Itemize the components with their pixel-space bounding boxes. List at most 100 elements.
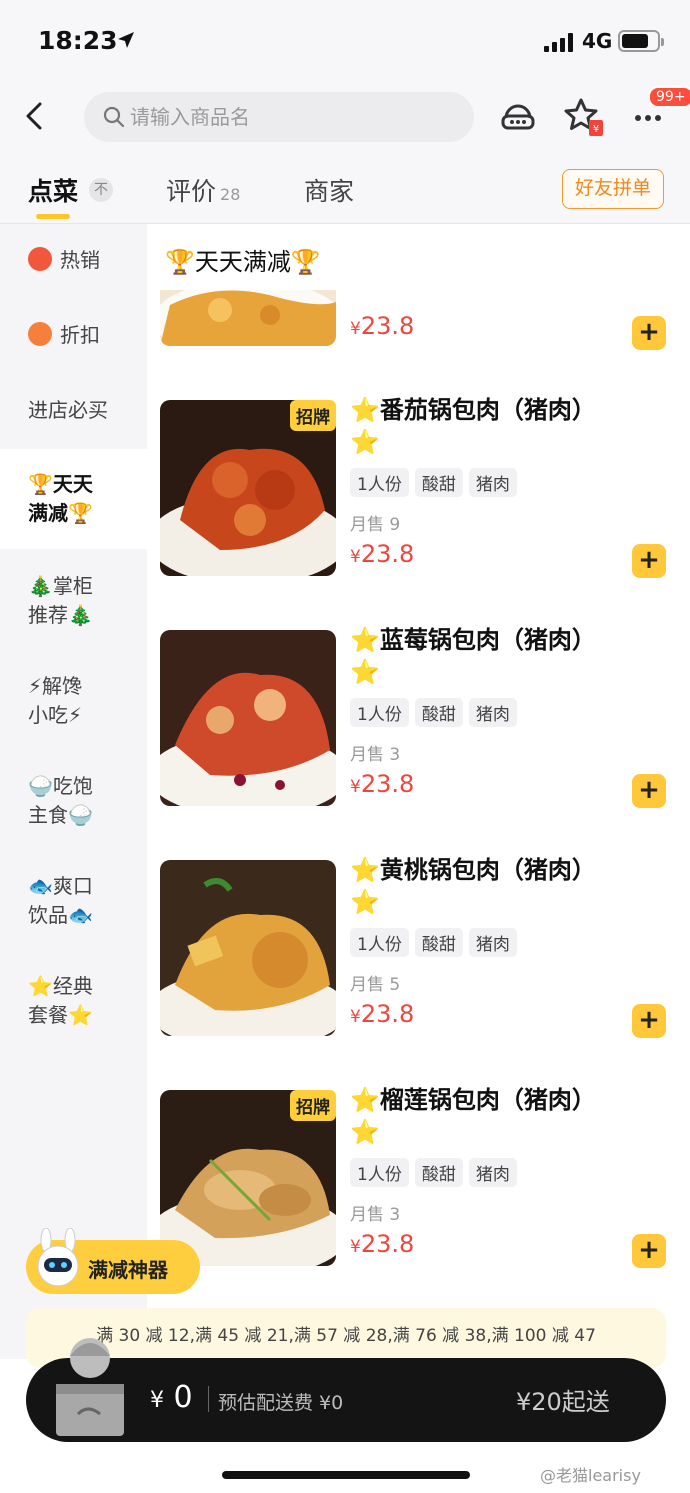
sidebar-item-label: 饮品🐟 [28, 903, 93, 927]
sidebar-item-recommend[interactable]: 🎄掌柜 推荐🎄 [0, 572, 147, 630]
tab-order[interactable]: 点菜 [28, 172, 78, 208]
menu-item[interactable]: ⭐蓝莓锅包肉（猪肉） ⭐ 1人份 酸甜 猪肉 月售 3 ¥23.8 + [160, 626, 670, 810]
home-indicator[interactable] [222, 1471, 470, 1479]
star-icon: ⭐ [350, 658, 380, 686]
group-order-button[interactable]: 好友拼单 [562, 169, 664, 209]
category-sidebar: 热销 折扣 进店必买 🏆天天 满减🏆 🎄掌柜 推荐🎄 ⚡解馋 小吃⚡ 🍚吃饱 主… [0, 224, 147, 1359]
item-tags: 1人份 酸甜 猪肉 [350, 468, 523, 497]
sidebar-item-hot[interactable]: 热销 [0, 246, 147, 275]
item-name: ⭐蓝莓锅包肉（猪肉） ⭐ [350, 626, 596, 686]
menu-item[interactable]: ⭐黄桃锅包肉（猪肉） ⭐ 1人份 酸甜 猪肉 月售 5 ¥23.8 + [160, 856, 670, 1040]
item-name: ⭐番茄锅包肉（猪肉） ⭐ [350, 396, 596, 456]
sidebar-item-label: 热销 [60, 248, 100, 272]
sidebar-item-combos[interactable]: ⭐经典 套餐⭐ [0, 972, 147, 1030]
item-name: ⭐黄桃锅包肉（猪肉） ⭐ [350, 856, 596, 916]
tab-merchant-label: 商家 [304, 177, 355, 206]
sidebar-item-label: 满减🏆 [28, 501, 93, 525]
star-icon: ⭐ [350, 856, 380, 884]
star-icon: ⭐ [350, 1118, 380, 1146]
discount-icon [28, 322, 52, 346]
add-to-cart-button[interactable]: + [632, 544, 666, 578]
sidebar-item-label: 主食🍚 [28, 803, 93, 827]
sidebar-item-label: 进店必买 [28, 398, 108, 422]
item-tag: 1人份 [350, 928, 409, 957]
customer-service-icon[interactable] [498, 96, 538, 136]
cart-divider [208, 1386, 209, 1412]
item-price: ¥23.8 [350, 312, 415, 340]
monthly-sales: 月售 9 [350, 515, 401, 535]
tab-bar: 点菜 不 评价 28 商家 好友拼单 [0, 160, 690, 224]
tab-underline [36, 214, 70, 219]
star-icon: ⭐ [350, 888, 380, 916]
sidebar-item-drinks[interactable]: 🐟爽口 饮品🐟 [0, 872, 147, 930]
flame-icon [28, 247, 52, 271]
search-box[interactable] [84, 92, 474, 142]
back-icon[interactable] [18, 98, 54, 134]
sidebar-item-label: ⭐经典 [28, 974, 93, 998]
notification-badge: 99+ [648, 86, 690, 108]
dish-photo [160, 630, 336, 806]
tab-reviews[interactable]: 评价 28 [166, 172, 240, 208]
item-tag: 猪肉 [468, 698, 517, 727]
menu-item-partial[interactable]: ¥23.8 + [160, 290, 670, 350]
discount-helper-label: 满减神器 [88, 1258, 168, 1282]
item-tag: 酸甜 [414, 698, 463, 727]
star-icon: ⭐ [350, 428, 380, 456]
watermark: @老猫learisy [540, 1466, 641, 1485]
delivery-fee: 预估配送费 ¥0 [218, 1392, 344, 1414]
sidebar-item-label: 🎄掌柜 [28, 574, 93, 598]
add-to-cart-button[interactable]: + [632, 774, 666, 808]
status-time: 18:23 [38, 26, 118, 55]
add-to-cart-button[interactable]: + [632, 1234, 666, 1268]
sidebar-item-label: 推荐🎄 [28, 603, 93, 627]
sidebar-item-label: 折扣 [60, 323, 100, 347]
discount-helper-button[interactable]: 满减神器 [26, 1228, 200, 1294]
tab-reviews-label: 评价 [166, 177, 217, 206]
item-price: ¥23.8 [350, 1000, 415, 1028]
item-tag: 猪肉 [468, 928, 517, 957]
signature-badge: 招牌 [290, 1090, 336, 1121]
search-icon [103, 106, 125, 128]
item-price: ¥23.8 [350, 770, 415, 798]
item-tags: 1人份 酸甜 猪肉 [350, 928, 523, 957]
sidebar-item-label: 🏆天天 [28, 472, 93, 496]
courier-mascot-icon [56, 1338, 124, 1436]
svg-text:¥: ¥ [593, 124, 599, 135]
sidebar-item-label: 🐟爽口 [28, 874, 93, 898]
tab-merchant[interactable]: 商家 [304, 172, 354, 208]
network-label: 4G [582, 29, 613, 53]
menu-item[interactable]: 招牌 ⭐番茄锅包肉（猪肉） ⭐ 1人份 酸甜 猪肉 月售 9 ¥23.8 + [160, 396, 670, 580]
menu-item[interactable]: 招牌 ⭐榴莲锅包肉（猪肉） ⭐ 1人份 酸甜 猪肉 月售 3 ¥23.8 + [160, 1086, 670, 1270]
cart-bar[interactable]: ¥ 0 预估配送费 ¥0 ¥20起送 [26, 1338, 666, 1442]
monthly-sales: 月售 3 [350, 1205, 401, 1225]
location-arrow-icon [118, 32, 134, 48]
cart-total: ¥ 0 [150, 1380, 193, 1415]
item-name: ⭐榴莲锅包肉（猪肉） ⭐ [350, 1086, 596, 1146]
sidebar-item-discount[interactable]: 折扣 [0, 321, 147, 350]
header: ¥ 99+ [0, 82, 690, 160]
sidebar-item-daily-discount[interactable]: 🏆天天 满减🏆 [0, 449, 147, 549]
sidebar-item-staples[interactable]: 🍚吃饱 主食🍚 [0, 772, 147, 830]
dish-photo [160, 860, 336, 1036]
favorite-star-icon[interactable]: ¥ [563, 96, 603, 136]
sidebar-item-label: 套餐⭐ [28, 1003, 93, 1027]
sidebar-item-snacks[interactable]: ⚡解馋 小吃⚡ [0, 672, 147, 730]
sidebar-item-must-buy[interactable]: 进店必买 [0, 396, 147, 425]
search-input[interactable] [130, 102, 450, 132]
item-tag: 1人份 [350, 698, 409, 727]
item-price: ¥23.8 [350, 540, 415, 568]
item-tag: 猪肉 [468, 1158, 517, 1187]
item-tag: 猪肉 [468, 468, 517, 497]
dish-photo [160, 290, 336, 346]
item-tag: 1人份 [350, 468, 409, 497]
add-to-cart-button[interactable]: + [632, 1004, 666, 1038]
monthly-sales: 月售 3 [350, 745, 401, 765]
item-tags: 1人份 酸甜 猪肉 [350, 1158, 523, 1187]
sidebar-item-label: 🍚吃饱 [28, 774, 93, 798]
item-tag: 1人份 [350, 1158, 409, 1187]
add-to-cart-button[interactable]: + [632, 316, 666, 350]
sort-icon[interactable]: 不 [89, 178, 113, 202]
item-tag: 酸甜 [414, 468, 463, 497]
item-tag: 酸甜 [414, 928, 463, 957]
item-tags: 1人份 酸甜 猪肉 [350, 698, 523, 727]
